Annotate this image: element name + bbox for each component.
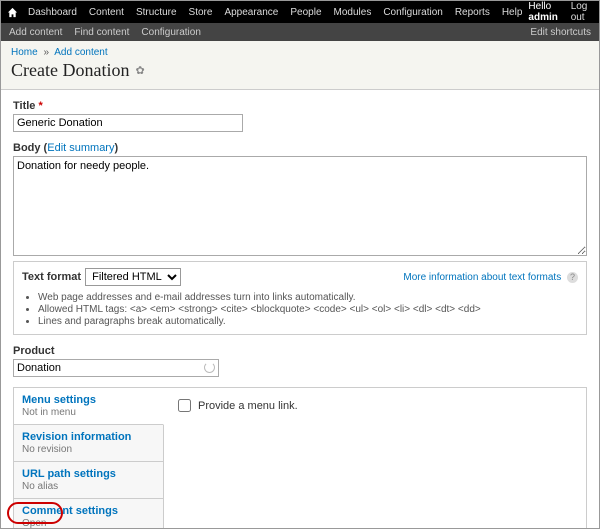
nav-modules[interactable]: Modules	[328, 7, 378, 18]
home-icon[interactable]	[7, 7, 22, 18]
shortcut-configuration[interactable]: Configuration	[141, 27, 200, 38]
body-textarea[interactable]: Donation for needy people.	[13, 156, 587, 256]
tab-menu-settings[interactable]: Menu settings Not in menu	[14, 388, 164, 425]
tab-label: Menu settings	[22, 394, 155, 406]
page-title: Create Donation ✿	[11, 60, 589, 81]
required-icon: *	[38, 100, 42, 112]
body-field: Body (Edit summary) Donation for needy p…	[13, 142, 587, 335]
title-input[interactable]	[13, 114, 243, 132]
edit-summary-link[interactable]: Edit summary	[47, 142, 114, 154]
product-input[interactable]	[13, 359, 219, 377]
edit-shortcuts-link[interactable]: Edit shortcuts	[530, 27, 591, 38]
title-field: Title *	[13, 100, 587, 132]
tab-comment-settings[interactable]: Comment settings Open	[14, 499, 163, 529]
nav-help[interactable]: Help	[496, 7, 529, 18]
format-tip: Lines and paragraphs break automatically…	[38, 316, 578, 327]
nav-store[interactable]: Store	[183, 7, 219, 18]
text-format-label: Text format	[22, 271, 81, 283]
tab-summary: No alias	[22, 481, 155, 492]
gear-icon[interactable]: ✿	[135, 64, 144, 77]
tab-label: Revision information	[22, 431, 155, 443]
tab-panel-menu-settings: Provide a menu link.	[164, 388, 586, 529]
page-header: Home » Add content Create Donation ✿	[1, 41, 599, 90]
shortcut-add-content[interactable]: Add content	[9, 27, 62, 38]
admin-toolbar: Dashboard Content Structure Store Appear…	[1, 1, 599, 23]
nav-dashboard[interactable]: Dashboard	[22, 7, 83, 18]
nav-reports[interactable]: Reports	[449, 7, 496, 18]
tab-summary: Not in menu	[22, 407, 155, 418]
breadcrumb-separator-icon: »	[40, 47, 52, 58]
username: admin	[528, 12, 557, 23]
text-format-help-link[interactable]: More information about text formats	[403, 272, 561, 283]
vertical-tabs: Menu settings Not in menu Revision infor…	[13, 387, 587, 529]
text-format-select[interactable]: Filtered HTML	[85, 268, 181, 286]
menu-link-checkbox-text: Provide a menu link.	[198, 400, 298, 412]
title-label: Title *	[13, 100, 587, 112]
tab-revision-information[interactable]: Revision information No revision	[14, 425, 163, 462]
breadcrumb-current[interactable]: Add content	[54, 47, 107, 58]
nav-people[interactable]: People	[284, 7, 327, 18]
autocomplete-spinner-icon	[204, 362, 215, 373]
breadcrumb: Home » Add content	[11, 47, 589, 58]
tab-summary: No revision	[22, 444, 155, 455]
format-tips: Web page addresses and e-mail addresses …	[22, 292, 578, 327]
nav-structure[interactable]: Structure	[130, 7, 183, 18]
format-tip: Web page addresses and e-mail addresses …	[38, 292, 578, 303]
product-field: Product	[13, 345, 587, 377]
product-label: Product	[13, 345, 587, 357]
shortcut-find-content[interactable]: Find content	[74, 27, 129, 38]
hello-label: Hello admin	[528, 1, 561, 23]
tab-url-path-settings[interactable]: URL path settings No alias	[14, 462, 163, 499]
menu-link-checkbox[interactable]	[178, 399, 191, 412]
tab-label: Comment settings	[22, 505, 155, 517]
logout-link[interactable]: Log out	[565, 1, 597, 23]
tab-label: URL path settings	[22, 468, 155, 480]
text-format-box: Text format Filtered HTML More informati…	[13, 261, 587, 335]
nav-configuration[interactable]: Configuration	[377, 7, 448, 18]
format-tip: Allowed HTML tags: <a> <em> <strong> <ci…	[38, 304, 578, 315]
help-icon[interactable]: ?	[567, 272, 578, 283]
body-label: Body (Edit summary)	[13, 142, 587, 154]
shortcut-bar: Add content Find content Configuration E…	[1, 23, 599, 41]
nav-content[interactable]: Content	[83, 7, 130, 18]
tab-summary: Open	[22, 518, 155, 529]
nav-appearance[interactable]: Appearance	[218, 7, 284, 18]
breadcrumb-home[interactable]: Home	[11, 47, 38, 58]
menu-link-checkbox-label[interactable]: Provide a menu link.	[174, 396, 576, 415]
